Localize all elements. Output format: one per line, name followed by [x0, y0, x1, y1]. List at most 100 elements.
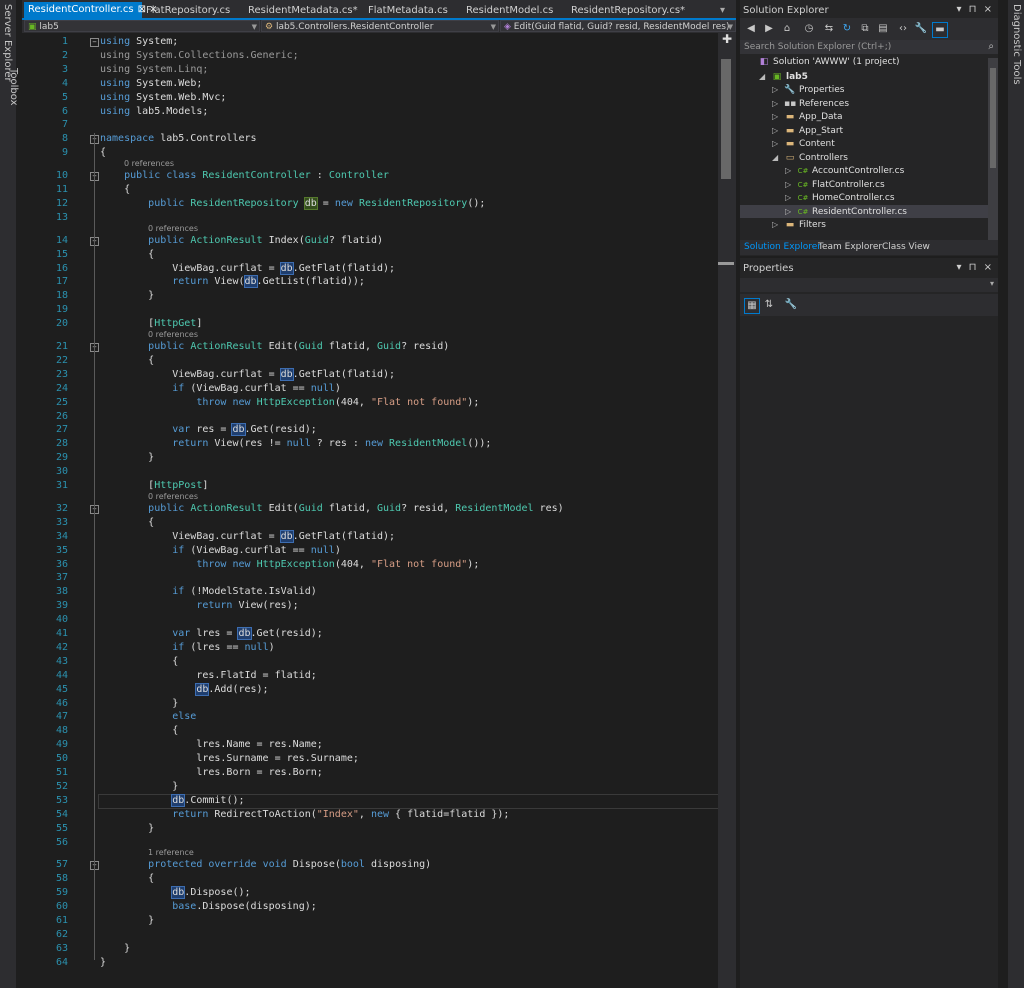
codelens-references[interactable]: 1 reference: [148, 848, 194, 858]
line-number: 28: [55, 438, 68, 450]
tree-node[interactable]: ◧ Solution 'AWWW' (1 project): [740, 56, 988, 69]
line-number: 11: [55, 184, 68, 195]
codelens-references[interactable]: 0 references: [148, 492, 198, 502]
tree-node[interactable]: ▷ ▬ Filters: [740, 218, 988, 231]
refresh-icon[interactable]: ↻: [840, 22, 854, 36]
tree-node-label: Content: [799, 139, 835, 149]
line-number: 63: [55, 942, 68, 954]
tree-node[interactable]: ▷ C# HomeController.cs: [740, 191, 988, 204]
code-text: res.FlatId = flatid;: [100, 669, 317, 681]
expand-arrow-icon[interactable]: ◢: [772, 151, 784, 164]
tree-node[interactable]: ▷ 🔧 Properties: [740, 83, 988, 96]
tab-overflow-icon[interactable]: ▾: [716, 3, 725, 18]
collapse-icon[interactable]: −: [90, 38, 99, 47]
scrollbar-thumb[interactable]: [721, 59, 731, 179]
csharp-file-icon: C#: [797, 207, 809, 216]
alphabetical-icon[interactable]: ⇅: [762, 298, 776, 312]
expand-arrow-icon[interactable]: ▷: [785, 205, 797, 218]
tab-resident-model[interactable]: ResidentModel.cs: [462, 3, 553, 18]
expand-arrow-icon[interactable]: ▷: [785, 164, 797, 177]
line-number: 29: [55, 452, 68, 464]
codelens-references[interactable]: 0 references: [148, 224, 198, 234]
line-number: 18: [55, 290, 68, 302]
code-text: {: [100, 516, 155, 528]
expand-arrow-icon[interactable]: ▷: [772, 218, 784, 231]
code-text: {: [100, 184, 131, 195]
tab-resident-controller[interactable]: ResidentController.cs ⊠ ×: [24, 2, 158, 18]
property-pages-icon[interactable]: 🔧: [784, 298, 798, 312]
tree-node[interactable]: ▷ C# ResidentController.cs: [740, 204, 988, 218]
solution-search-input[interactable]: Search Solution Explorer (Ctrl+;): [740, 40, 998, 54]
toolbox-tab[interactable]: Toolbox: [8, 68, 19, 106]
code-text: throw new HttpException(404, "Flat not f…: [196, 396, 480, 408]
tree-node[interactable]: ▷ ▬ App_Data: [740, 110, 988, 123]
split-editor-icon[interactable]: ✚: [720, 33, 734, 45]
tab-flat-repository[interactable]: FlatRepository.cs: [142, 3, 230, 18]
project-dropdown-value: lab5: [39, 22, 59, 32]
expand-arrow-icon[interactable]: ◢: [759, 70, 771, 83]
tree-node[interactable]: ▷ C# FlatController.cs: [740, 178, 988, 191]
view-code-icon[interactable]: ‹›: [896, 22, 910, 36]
code-text: }: [100, 290, 155, 302]
properties-wrench-icon[interactable]: 🔧: [914, 22, 928, 36]
history-icon[interactable]: ◷: [802, 22, 816, 36]
search-icon[interactable]: ⌕: [988, 41, 994, 52]
scrollbar-thumb[interactable]: [990, 68, 996, 168]
csproj-icon: ▣: [28, 22, 40, 32]
project-dropdown[interactable]: ▣ lab5 ▼: [24, 20, 260, 32]
expand-arrow-icon[interactable]: ▷: [785, 191, 797, 204]
back-icon[interactable]: ◀: [744, 22, 758, 36]
editor-scrollbar[interactable]: [718, 33, 736, 988]
code-text: {: [100, 354, 155, 366]
tree-node-label: Controllers: [799, 152, 848, 163]
editor-splitter[interactable]: [718, 262, 734, 265]
tab-team-explorer[interactable]: Team Explorer: [818, 242, 882, 252]
tree-node[interactable]: ▷ ▬ App_Start: [740, 124, 988, 137]
forward-icon[interactable]: ▶: [762, 22, 776, 36]
diagnostic-tools-tab[interactable]: Diagnostic Tools: [1011, 4, 1022, 85]
code-editor[interactable]: 1 using System; − 2 using System.Collections…: [38, 33, 718, 988]
line-number: 15: [55, 248, 68, 260]
show-all-files-icon[interactable]: ▤: [876, 22, 890, 36]
codelens-references[interactable]: 0 references: [148, 330, 198, 340]
line-number: 5: [61, 91, 68, 103]
line-number: 44: [55, 669, 68, 681]
expand-arrow-icon[interactable]: ▷: [772, 124, 784, 137]
categorized-icon[interactable]: ▦: [744, 298, 760, 314]
tab-resident-metadata[interactable]: ResidentMetadata.cs*: [244, 3, 358, 18]
tree-node[interactable]: ▷ ▪▪ References: [740, 97, 988, 110]
tab-flat-metadata[interactable]: FlatMetadata.cs: [364, 3, 448, 18]
expand-arrow-icon[interactable]: ▷: [772, 97, 784, 110]
expand-arrow-icon[interactable]: ▷: [772, 110, 784, 123]
line-number: 45: [55, 683, 68, 695]
code-text: ViewBag.curflat = db.GetFlat(flatid);: [100, 367, 396, 381]
sync-icon[interactable]: ⇆: [822, 22, 836, 36]
expand-arrow-icon[interactable]: ▷: [785, 178, 797, 191]
document-tab-bar: ResidentController.cs ⊠ × FlatRepository.…: [22, 0, 736, 18]
line-number: 42: [55, 641, 68, 653]
tree-node[interactable]: ◢ ▭ Controllers: [740, 151, 988, 164]
properties-object-dropdown[interactable]: ▾: [740, 278, 998, 292]
codelens-references[interactable]: 0 references: [124, 159, 174, 169]
panel-window-buttons[interactable]: ▾ ⊓ ×: [956, 4, 994, 15]
line-number: 31: [55, 480, 68, 491]
tree-node[interactable]: ◢ ▣ lab5: [740, 70, 988, 83]
solution-tree-scrollbar[interactable]: [988, 58, 998, 240]
home-icon[interactable]: ⌂: [780, 22, 794, 36]
right-tool-strip: Diagnostic Tools: [1008, 0, 1024, 988]
panel-window-buttons[interactable]: ▾ ⊓ ×: [956, 262, 994, 273]
member-dropdown[interactable]: ◈ Edit(Guid flatid, Guid? resid, Residen…: [500, 20, 736, 32]
tree-node[interactable]: ▷ ▬ Content: [740, 137, 988, 150]
expand-arrow-icon[interactable]: ▷: [772, 83, 784, 96]
tab-resident-repository[interactable]: ResidentRepository.cs*: [567, 3, 685, 18]
collapse-all-icon[interactable]: ⧉: [858, 22, 872, 36]
class-dropdown-value: lab5.Controllers.ResidentController: [275, 22, 434, 32]
tree-node[interactable]: ▷ C# AccountController.cs: [740, 164, 988, 177]
code-text: {: [100, 655, 179, 667]
expand-arrow-icon[interactable]: ▷: [772, 137, 784, 150]
code-text: public ResidentRepository db = new Resid…: [148, 196, 486, 210]
tab-class-view[interactable]: Class View: [882, 242, 930, 252]
preview-icon[interactable]: ▬: [932, 22, 948, 38]
class-dropdown[interactable]: ⚙ lab5.Controllers.ResidentController ▼: [261, 20, 499, 32]
tab-solution-explorer[interactable]: Solution Explorer: [744, 242, 821, 252]
